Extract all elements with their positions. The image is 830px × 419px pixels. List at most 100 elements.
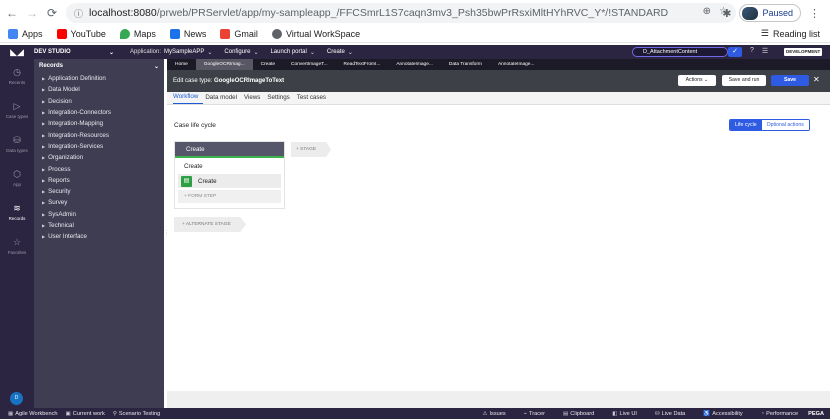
work-tab[interactable]: ConvertImageT... bbox=[283, 59, 336, 70]
rail-data-types[interactable]: ⛁ Data types bbox=[0, 127, 34, 161]
work-tab[interactable]: AnnotateImage... bbox=[490, 59, 543, 70]
header-search-input[interactable]: D_AttachmentContent bbox=[632, 47, 728, 57]
case-title-prefix: Edit case type: bbox=[173, 78, 213, 84]
tab-settings[interactable]: Settings bbox=[267, 94, 294, 104]
extensions-icon[interactable]: ✱ bbox=[722, 7, 731, 20]
work-tab[interactable]: ReadTextFromI... bbox=[336, 59, 389, 70]
close-icon[interactable]: ✕ bbox=[813, 75, 820, 84]
tab-data-model[interactable]: Data model bbox=[205, 94, 242, 104]
step-label: Create bbox=[198, 177, 217, 185]
optional-actions-toggle[interactable]: Optional actions bbox=[761, 120, 809, 130]
work-tab[interactable]: GoogleOCRImag... bbox=[195, 59, 253, 70]
bookmark-maps[interactable]: Maps bbox=[119, 29, 156, 39]
live-data-button[interactable]: ⛁ Live Data bbox=[655, 411, 685, 417]
live-ui-button[interactable]: ◧ Live UI bbox=[612, 411, 637, 417]
tracer-button[interactable]: ⌁ Tracer bbox=[524, 411, 545, 417]
case-sub-tabs: Workflow Data model Views Settings Test … bbox=[167, 92, 830, 105]
tree-item[interactable]: ▶ Security bbox=[34, 186, 164, 197]
tree-item[interactable]: ▶ Application Definition bbox=[34, 73, 164, 84]
reading-list-icon: ☰ bbox=[760, 28, 769, 38]
tab-views[interactable]: Views bbox=[244, 94, 265, 104]
issues-button[interactable]: ⚠ Issues bbox=[482, 411, 505, 417]
tab-test-cases[interactable]: Test cases bbox=[297, 94, 331, 104]
work-tab[interactable]: Create bbox=[253, 59, 283, 70]
bookmark-gmail[interactable]: Gmail bbox=[220, 29, 258, 39]
rail-app[interactable]: ⬡ App bbox=[0, 161, 34, 195]
tree-item[interactable]: ▶ Integration-Connectors bbox=[34, 107, 164, 118]
work-tab[interactable]: AnnotateImage... bbox=[388, 59, 441, 70]
tree-item[interactable]: ▶ Reports bbox=[34, 175, 164, 186]
tree-item[interactable]: ▶ Organization bbox=[34, 152, 164, 163]
add-form-step-button[interactable]: + FORM STEP bbox=[178, 190, 281, 203]
add-stage-button[interactable]: + STAGE bbox=[291, 142, 331, 157]
chevron-down-icon: ⌄ bbox=[347, 49, 353, 56]
application-menu[interactable]: Application: MySampleAPP ⌄ bbox=[130, 49, 212, 56]
life-cycle-toggle[interactable]: Life cycle bbox=[730, 120, 762, 130]
clipboard-button[interactable]: ▤ Clipboard bbox=[563, 411, 594, 417]
step-create[interactable]: ▤ Create bbox=[178, 174, 281, 188]
warning-icon: ⚠ bbox=[482, 410, 488, 417]
work-tab[interactable]: Data Transform bbox=[441, 59, 490, 70]
add-alternate-stage-button[interactable]: + ALTERNATE STAGE bbox=[174, 217, 246, 232]
tree-item[interactable]: ▶ Process bbox=[34, 163, 164, 174]
menu-dots-icon[interactable]: ⋮ bbox=[809, 7, 820, 20]
address-bar[interactable]: ⓘ localhost:8080/prweb/PRServlet/app/my-… bbox=[66, 3, 736, 23]
rail-label: Data types bbox=[6, 148, 28, 153]
tree-item[interactable]: ▶ User Interface bbox=[34, 231, 164, 242]
actions-button[interactable]: Actions ⌄ bbox=[678, 75, 716, 86]
pega-logo-icon[interactable]: ◣◢ bbox=[0, 45, 34, 59]
case-type-header: Edit case type: GoogleOCRImageToText Act… bbox=[167, 70, 830, 92]
bookmark-youtube[interactable]: YouTube bbox=[56, 29, 106, 39]
horizontal-scroll-area[interactable] bbox=[167, 391, 830, 408]
profile-button[interactable]: Paused bbox=[739, 4, 801, 22]
current-work-button[interactable]: ▣ Current work bbox=[65, 411, 104, 417]
studio-switcher[interactable]: DEV STUDIO ⌄ bbox=[34, 49, 118, 56]
bookmark-news[interactable]: News bbox=[169, 29, 206, 39]
tree-item[interactable]: ▶ Integration-Services bbox=[34, 141, 164, 152]
tree-item[interactable]: ▶ Survey bbox=[34, 197, 164, 208]
stage-header[interactable]: Create bbox=[175, 142, 284, 158]
rail-records[interactable]: ≋ Records bbox=[0, 195, 34, 229]
tree-item[interactable]: ▶ SysAdmin bbox=[34, 209, 164, 220]
tab-workflow[interactable]: Workflow bbox=[173, 93, 204, 104]
reading-list-button[interactable]: ☰ Reading list bbox=[761, 28, 820, 39]
reload-button[interactable]: ⟳ bbox=[44, 5, 60, 21]
save-and-run-button[interactable]: Save and run bbox=[722, 75, 766, 86]
rail-favorites[interactable]: ☆ Favorites bbox=[0, 229, 34, 263]
configure-menu[interactable]: Configure ⌄ bbox=[224, 49, 258, 56]
search-check-button[interactable]: ✓ bbox=[728, 47, 742, 57]
process-title[interactable]: Create bbox=[175, 158, 284, 172]
pega-brand: PEGA bbox=[808, 410, 824, 417]
agile-workbench-button[interactable]: ▦ Agile Workbench bbox=[8, 411, 57, 417]
settings-icon[interactable]: ☰ bbox=[762, 47, 768, 55]
tree-item[interactable]: ▶ Data Model bbox=[34, 84, 164, 95]
forward-button[interactable]: → bbox=[24, 5, 40, 21]
bookmark-virtual-workspace[interactable]: Virtual WorkSpace bbox=[271, 29, 360, 39]
performance-button[interactable]: ◔ Performance bbox=[761, 411, 798, 417]
accessibility-button[interactable]: ♿ Accessibility bbox=[703, 411, 742, 417]
caret-right-icon: ▶ bbox=[42, 143, 46, 149]
tree-item-label: Organization bbox=[48, 154, 84, 162]
create-menu[interactable]: Create ⌄ bbox=[327, 49, 353, 56]
studio-label: DEV STUDIO bbox=[34, 48, 71, 55]
rail-recents[interactable]: ◷ Recents bbox=[0, 59, 34, 93]
user-avatar[interactable]: D bbox=[10, 392, 23, 405]
chevron-down-icon[interactable]: ⌄ bbox=[154, 63, 159, 70]
work-tab[interactable]: Home bbox=[167, 59, 196, 70]
tree-item[interactable]: ▶ Integration-Resources bbox=[34, 129, 164, 140]
bookmark-apps[interactable]: Apps bbox=[8, 29, 43, 39]
rail-label: Records bbox=[8, 216, 26, 221]
rail-case-types[interactable]: ▷ Case types bbox=[0, 93, 34, 127]
launch-portal-menu[interactable]: Launch portal ⌄ bbox=[270, 49, 314, 56]
tree-item-label: Security bbox=[48, 188, 71, 196]
zoom-icon[interactable]: ⊕ bbox=[703, 6, 711, 17]
back-button[interactable]: ← bbox=[4, 5, 20, 21]
save-button[interactable]: Save bbox=[771, 75, 809, 86]
tree-item[interactable]: ▶ Technical bbox=[34, 220, 164, 231]
tree-item[interactable]: ▶ Decision bbox=[34, 96, 164, 107]
configure-label: Configure bbox=[224, 49, 251, 55]
help-icon[interactable]: ? bbox=[750, 47, 754, 55]
info-icon[interactable]: ⓘ bbox=[74, 7, 83, 20]
tree-item[interactable]: ▶ Integration-Mapping bbox=[34, 118, 164, 129]
scenario-testing-button[interactable]: ⚲ Scenario Testing bbox=[113, 411, 160, 417]
